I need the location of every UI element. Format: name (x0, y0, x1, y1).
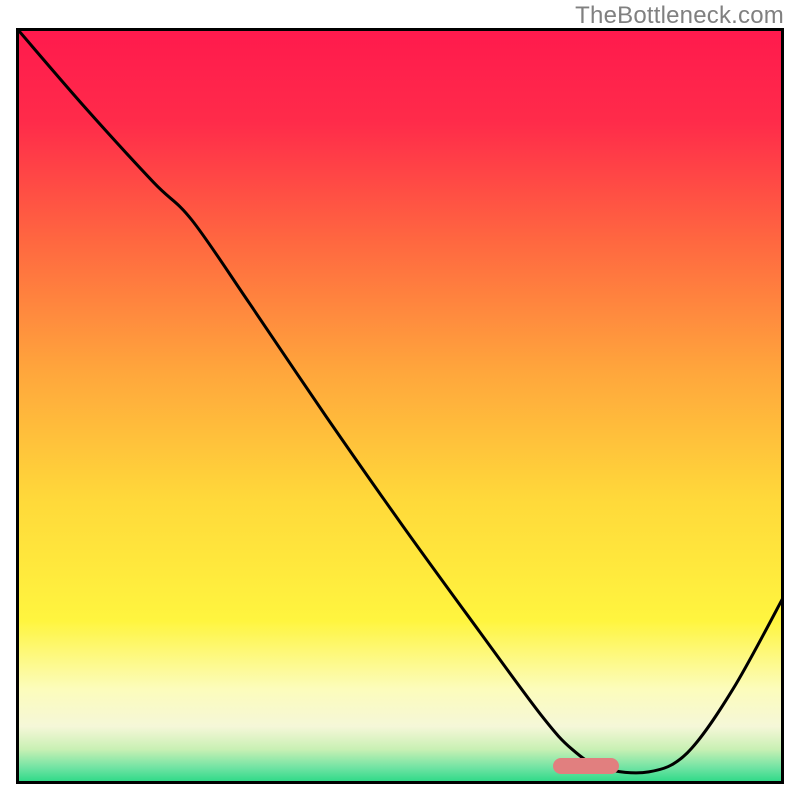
optimal-range-marker (553, 758, 619, 774)
chart-stage: TheBottleneck.com (0, 0, 800, 800)
plot-area (16, 28, 784, 784)
watermark-text: TheBottleneck.com (575, 2, 784, 30)
bottleneck-curve (19, 31, 784, 784)
